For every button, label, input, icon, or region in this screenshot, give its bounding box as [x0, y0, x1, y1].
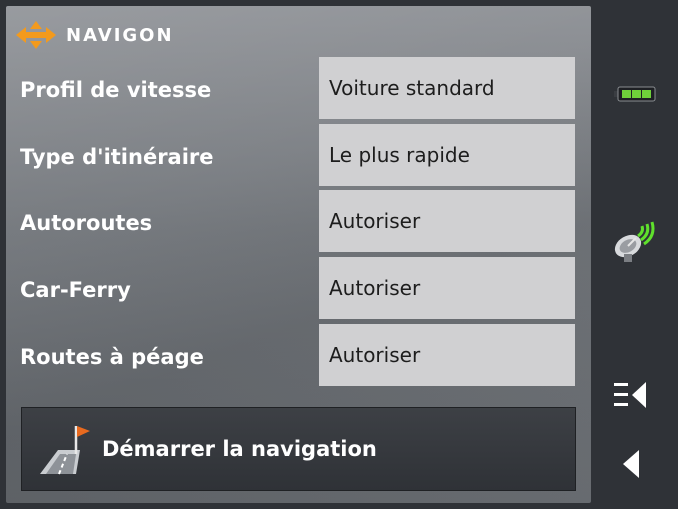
navigation-flag-road-icon	[40, 426, 90, 475]
route-type-label: Type d'itinéraire	[20, 145, 214, 169]
route-type-value[interactable]: Le plus rapide	[319, 124, 575, 186]
gps-satellite-icon	[614, 221, 655, 262]
motorways-label: Autoroutes	[20, 211, 153, 235]
motorways-value[interactable]: Autoriser	[319, 190, 575, 252]
route-options-panel: NAVIGON Profil de vitesse Voiture standa…	[6, 6, 591, 503]
back-arrow-icon[interactable]	[621, 450, 641, 478]
brand-header: NAVIGON	[16, 18, 174, 52]
navigon-arrows-logo-icon	[16, 21, 56, 49]
brand-name: NAVIGON	[66, 24, 174, 46]
start-navigation-label: Démarrer la navigation	[102, 437, 377, 461]
car-ferry-label: Car-Ferry	[20, 278, 131, 302]
battery-icon	[614, 86, 656, 102]
toll-roads-label: Routes à péage	[20, 345, 204, 369]
menu-back-icon[interactable]	[614, 380, 648, 410]
navigation-device-screen: NAVIGON Profil de vitesse Voiture standa…	[0, 0, 678, 509]
car-ferry-value[interactable]: Autoriser	[319, 257, 575, 319]
speed-profile-label: Profil de vitesse	[20, 78, 212, 102]
toll-roads-value[interactable]: Autoriser	[319, 324, 575, 386]
start-navigation-button[interactable]: Démarrer la navigation	[21, 407, 576, 491]
speed-profile-value[interactable]: Voiture standard	[319, 57, 575, 119]
